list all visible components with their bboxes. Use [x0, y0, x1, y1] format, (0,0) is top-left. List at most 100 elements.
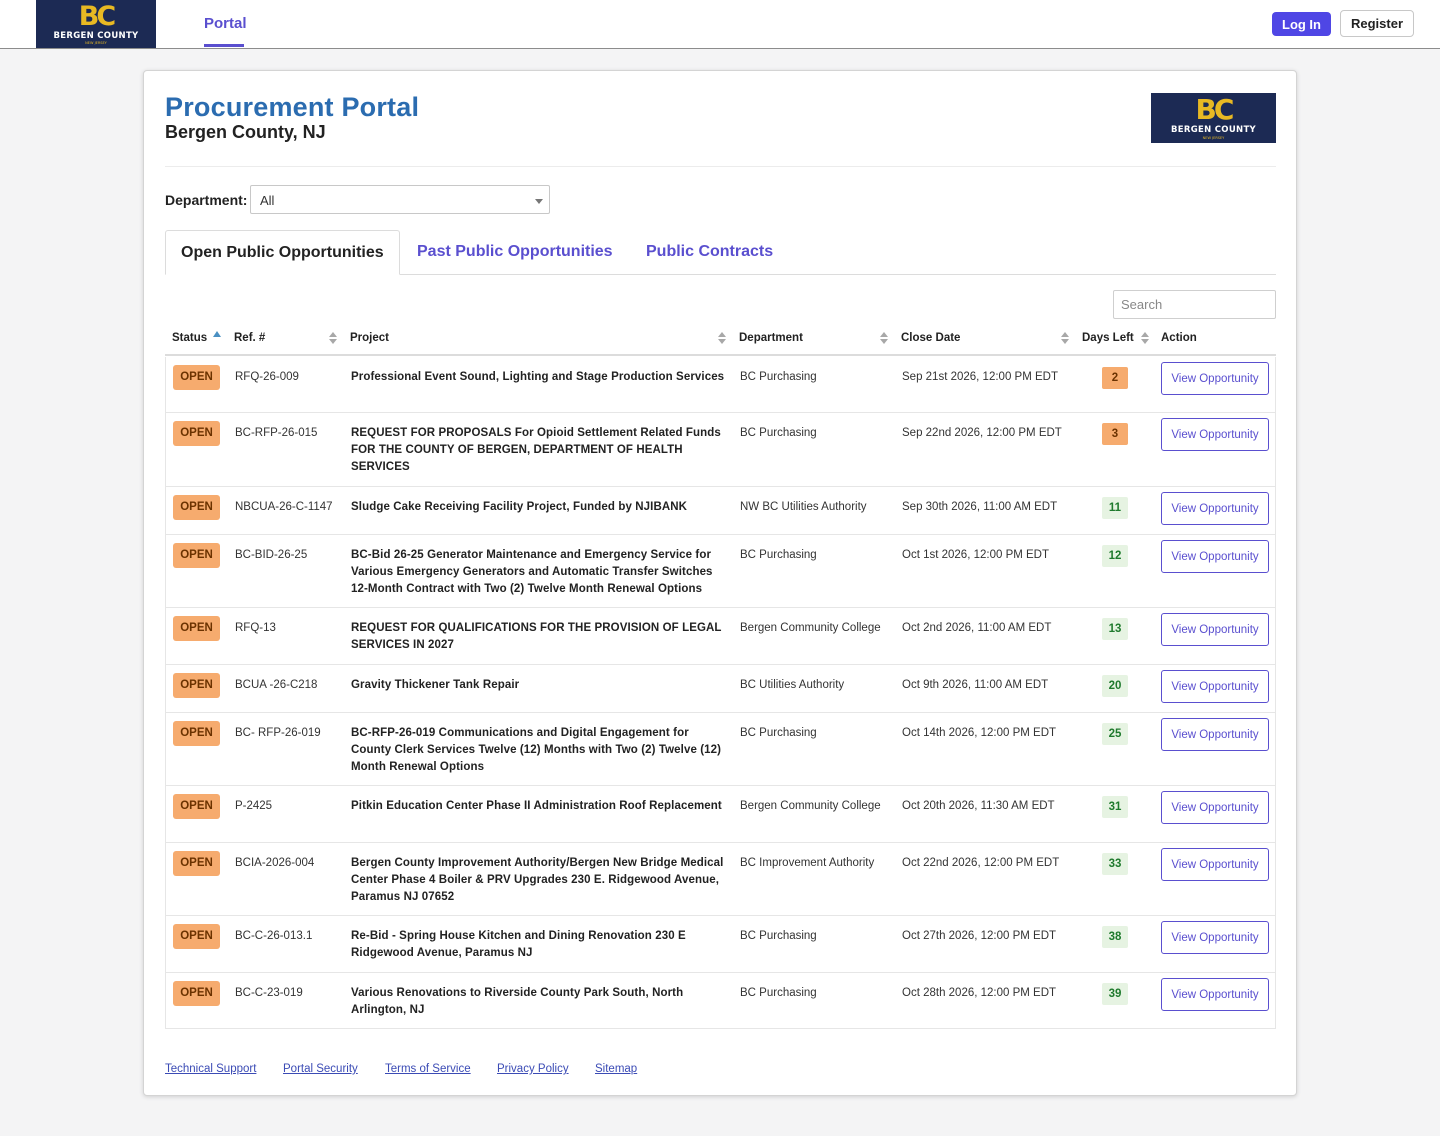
sort-icon[interactable] [1061, 332, 1069, 346]
logo-name-text: BERGEN COUNTY [1170, 125, 1257, 135]
department-select[interactable]: All [250, 185, 550, 214]
days-left-badge: 2 [1102, 367, 1128, 389]
column-action: Action [1161, 332, 1197, 344]
close-date: Sep 30th 2026, 11:00 AM EDT [902, 501, 1058, 513]
days-left-badge: 25 [1102, 723, 1128, 745]
department-name: Bergen Community College [740, 622, 881, 634]
department-selected-value: All [260, 193, 275, 208]
view-opportunity-button[interactable]: View Opportunity [1161, 718, 1269, 751]
nav-tab-portal[interactable]: Portal [204, 15, 247, 32]
status-badge: OPEN [173, 421, 220, 446]
table-row: OPEN BC-RFP-26-015 REQUEST FOR PROPOSALS F… [166, 413, 1275, 487]
column-close-date[interactable]: Close Date [901, 332, 960, 344]
table-row: OPEN BC- RFP-26-019 BC-RFP-26-019 Communic… [166, 713, 1275, 786]
footer-link-technical-support[interactable]: Technical Support [165, 1063, 256, 1075]
table-row: OPEN RFQ-13 REQUEST FOR QUALIFICATIONS FOR… [166, 608, 1275, 665]
logo-mark-text: BC [1195, 93, 1235, 126]
opportunities-table-body: OPEN RFQ-26-009 Professional Event Sound, … [165, 357, 1276, 1029]
nav-tab-indicator [204, 44, 244, 47]
tab-past-public-opportunities[interactable]: Past Public Opportunities [417, 243, 613, 261]
department-name: BC Purchasing [740, 371, 817, 383]
table-row: OPEN RFQ-26-009 Professional Event Sound, … [166, 357, 1275, 413]
column-ref[interactable]: Ref. # [234, 332, 265, 344]
close-date: Oct 22nd 2026, 12:00 PM EDT [902, 857, 1060, 869]
department-name: BC Purchasing [740, 549, 817, 561]
project-title: Professional Event Sound, Lighting and S… [351, 371, 725, 383]
project-title: REQUEST FOR PROPOSALS For Opioid Settlem… [351, 427, 721, 473]
ref-number: BCUA -26-C218 [235, 679, 318, 691]
status-badge: OPEN [173, 794, 220, 819]
view-opportunity-button[interactable]: View Opportunity [1161, 670, 1269, 703]
caret-down-icon [535, 199, 543, 204]
ref-number: NBCUA-26-C-1147 [235, 501, 333, 513]
ref-number: BCIA-2026-004 [235, 857, 315, 869]
column-days-left[interactable]: Days Left [1082, 332, 1134, 344]
project-title: Sludge Cake Receiving Facility Project, … [351, 501, 688, 513]
tab-open-public-opportunities[interactable]: Open Public Opportunities [165, 230, 400, 275]
project-title: BC-RFP-26-019 Communications and Digital… [351, 727, 722, 773]
page-title: Procurement Portal [165, 92, 420, 122]
ref-number: BC- RFP-26-019 [235, 727, 321, 739]
column-status[interactable]: Status [172, 332, 207, 344]
sort-icon[interactable] [329, 332, 337, 346]
search-input[interactable] [1113, 290, 1276, 319]
status-badge: OPEN [173, 673, 220, 698]
days-left-badge: 13 [1102, 618, 1128, 640]
tab-public-contracts[interactable]: Public Contracts [646, 243, 773, 261]
sort-icon[interactable] [718, 332, 726, 346]
ref-number: BC-C-23-019 [235, 987, 303, 999]
close-date: Oct 27th 2026, 12:00 PM EDT [902, 930, 1057, 942]
view-opportunity-button[interactable]: View Opportunity [1161, 540, 1269, 573]
register-button[interactable]: Register [1340, 10, 1414, 37]
close-date: Sep 21st 2026, 12:00 PM EDT [902, 371, 1058, 383]
view-opportunity-button[interactable]: View Opportunity [1161, 978, 1269, 1011]
department-name: NW BC Utilities Authority [740, 501, 867, 513]
status-badge: OPEN [173, 924, 220, 949]
days-left-badge: 3 [1102, 423, 1128, 445]
footer-link-sitemap[interactable]: Sitemap [595, 1063, 637, 1075]
close-date: Oct 2nd 2026, 11:00 AM EDT [902, 622, 1052, 634]
portal-card: Procurement Portal Bergen County, NJ BC … [143, 70, 1297, 1096]
close-date: Oct 1st 2026, 12:00 PM EDT [902, 549, 1050, 561]
view-opportunity-button[interactable]: View Opportunity [1161, 848, 1269, 881]
department-label: Department: [165, 192, 248, 208]
status-badge: OPEN [173, 365, 220, 390]
page-subtitle: Bergen County, NJ [165, 122, 326, 142]
header-divider [165, 166, 1276, 167]
department-name: BC Purchasing [740, 930, 817, 942]
view-opportunity-button[interactable]: View Opportunity [1161, 791, 1269, 824]
days-left-badge: 38 [1102, 926, 1128, 948]
ref-number: RFQ-13 [235, 622, 276, 634]
ref-number: BC-RFP-26-015 [235, 427, 318, 439]
status-badge: OPEN [173, 543, 220, 568]
project-title: REQUEST FOR QUALIFICATIONS FOR THE PROVI… [351, 622, 722, 651]
department-name: BC Purchasing [740, 427, 817, 439]
bergen-county-logo[interactable]: BC BERGEN COUNTY NEW JERSEY [36, 0, 156, 48]
footer-link-privacy-policy[interactable]: Privacy Policy [497, 1063, 569, 1075]
login-button[interactable]: Log In [1272, 12, 1331, 36]
sort-ascending-icon[interactable] [213, 331, 221, 337]
ref-number: P-2425 [235, 800, 273, 812]
view-opportunity-button[interactable]: View Opportunity [1161, 362, 1269, 395]
view-opportunity-button[interactable]: View Opportunity [1161, 921, 1269, 954]
table-row: OPEN P-2425 Pitkin Education Center Phase … [166, 786, 1275, 843]
bergen-county-logo-large: BC BERGEN COUNTY NEW JERSEY [1151, 93, 1276, 143]
view-opportunity-button[interactable]: View Opportunity [1161, 492, 1269, 525]
project-title: Re-Bid - Spring House Kitchen and Dining… [351, 930, 686, 959]
department-name: BC Purchasing [740, 727, 817, 739]
view-opportunity-button[interactable]: View Opportunity [1161, 418, 1269, 451]
column-project[interactable]: Project [350, 332, 389, 344]
top-nav: BC BERGEN COUNTY NEW JERSEY Portal Log I… [0, 0, 1440, 49]
logo-sub-text: NEW JERSEY [85, 41, 107, 45]
footer-link-portal-security[interactable]: Portal Security [283, 1063, 358, 1075]
department-name: BC Purchasing [740, 987, 817, 999]
ref-number: BC-BID-26-25 [235, 549, 308, 561]
view-opportunity-button[interactable]: View Opportunity [1161, 613, 1269, 646]
footer-link-terms-of-service[interactable]: Terms of Service [385, 1063, 471, 1075]
status-badge: OPEN [173, 981, 220, 1006]
column-department[interactable]: Department [739, 332, 803, 344]
project-title: Various Renovations to Riverside County … [351, 987, 684, 1016]
sort-icon[interactable] [1141, 332, 1149, 346]
project-title: Gravity Thickener Tank Repair [351, 679, 520, 691]
sort-icon[interactable] [880, 332, 888, 346]
